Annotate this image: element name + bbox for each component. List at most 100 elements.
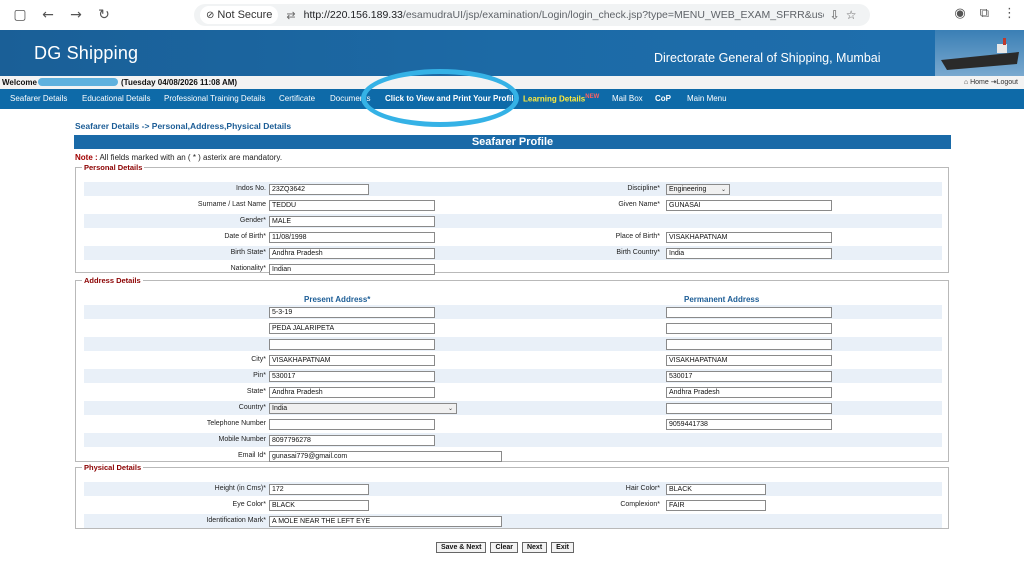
discipline-select[interactable]: Engineering ⌄ [666, 183, 730, 195]
permanent-country-input[interactable] [666, 402, 832, 414]
present-address-line3[interactable] [269, 338, 435, 350]
welcome-bar: Welcome (Tuesday 04/08/2026 11:08 AM) ⌂ … [0, 76, 1024, 89]
address-bar[interactable]: ⊘ Not Secure ⇄ http://220.156.189.33/esam… [194, 4, 870, 26]
chevron-down-icon: ⌄ [720, 185, 726, 193]
chevron-down-icon: ⌄ [447, 404, 453, 412]
clear-button[interactable]: Clear [490, 542, 518, 553]
present-pin-input[interactable]: 530017 [269, 370, 435, 382]
telephone-label: Telephone Number [206, 420, 266, 427]
present-telephone-input[interactable] [269, 418, 435, 430]
dob-input[interactable]: 11/08/1998 [269, 231, 435, 243]
menu-view-print-profile[interactable]: Click to View and Print Your Profile [385, 94, 518, 103]
permanent-address-line3[interactable] [666, 338, 832, 350]
permanent-address-line2[interactable] [666, 322, 832, 334]
form-row: 5-3-19 [84, 305, 942, 319]
home-icon[interactable]: ⌂ [964, 79, 968, 86]
birth-state-input[interactable]: Andhra Pradesh [269, 247, 435, 259]
form-row: Country* India ⌄ [84, 401, 942, 415]
tab-icon[interactable]: ▢ [12, 7, 28, 23]
gender-input[interactable]: MALE [269, 215, 435, 227]
form-row: Identification Mark* A MOLE NEAR THE LEF… [84, 514, 942, 528]
menu-professional-training[interactable]: Professional Training Details [164, 94, 265, 103]
permanent-address-line1[interactable] [666, 306, 832, 318]
url-text[interactable]: http://220.156.189.33/esamudraUI/jsp/exa… [304, 9, 824, 21]
birth-country-input[interactable]: India [666, 247, 832, 259]
forward-icon[interactable]: → [68, 7, 84, 23]
profile-icon[interactable]: ◉ [954, 6, 965, 21]
extensions-icon[interactable]: ⧉ [980, 6, 989, 21]
menu-certificate[interactable]: Certificate [279, 94, 315, 103]
permanent-state-input[interactable]: Andhra Pradesh [666, 386, 832, 398]
reload-icon[interactable]: ↻ [96, 7, 112, 23]
section-legend: Address Details [84, 276, 141, 285]
present-state-input[interactable]: Andhra Pradesh [269, 386, 435, 398]
menu-mail-box[interactable]: Mail Box [612, 94, 643, 103]
present-city-input[interactable]: VISAKHAPATNAM [269, 354, 435, 366]
surname-input[interactable]: TEDDU [269, 199, 435, 211]
form-row: PEDA JALARIPETA [84, 321, 942, 335]
permanent-city-input[interactable]: VISAKHAPATNAM [666, 354, 832, 366]
hair-color-input[interactable]: BLACK [666, 483, 766, 495]
exit-button[interactable]: Exit [551, 542, 575, 553]
gender-label: Gender* [239, 217, 266, 224]
next-button[interactable]: Next [521, 542, 548, 553]
email-input[interactable]: gunasai779@gmail.com [269, 450, 502, 462]
not-secure-badge[interactable]: ⊘ Not Secure [200, 6, 279, 24]
menu-icon[interactable]: ⋮ [1003, 6, 1016, 21]
bookmark-star-icon[interactable]: ☆ [846, 8, 857, 22]
browser-toolbar: ▢ ← → ↻ ⊘ Not Secure ⇄ http://220.156.189… [0, 0, 1024, 30]
height-input[interactable]: 172 [269, 483, 369, 495]
save-next-button[interactable]: Save & Next [436, 542, 487, 553]
redacted-username [38, 78, 118, 86]
discipline-label: Discipline* [627, 185, 660, 192]
dob-label: Date of Birth* [224, 233, 266, 240]
breadcrumb: Seafarer Details -> Personal,Address,Phy… [75, 121, 292, 131]
present-country-select[interactable]: India ⌄ [269, 402, 457, 414]
form-row: Mobile Number 8097796278 [84, 433, 942, 447]
nationality-input[interactable]: Indian [269, 263, 435, 275]
eye-color-input[interactable]: BLACK [269, 499, 369, 511]
menu-educational-details[interactable]: Educational Details [82, 94, 150, 103]
indos-input[interactable]: 23ZQ3642 [269, 183, 369, 195]
form-row: Gender* MALE [84, 214, 942, 228]
tune-icon[interactable]: ⇄ [286, 9, 295, 22]
form-row: Email Id* gunasai779@gmail.com [84, 449, 942, 463]
mobile-input[interactable]: 8097796278 [269, 434, 435, 446]
surname-label: Surname / Last Name [197, 201, 266, 208]
home-link[interactable]: Home [970, 79, 989, 86]
present-address-line1[interactable]: 5-3-19 [269, 306, 435, 318]
menu-cop[interactable]: CoP [655, 94, 671, 103]
logout-link[interactable]: Logout [997, 79, 1018, 86]
nationality-label: Nationality* [230, 265, 266, 272]
place-of-birth-input[interactable]: VISAKHAPATNAM [666, 231, 832, 243]
menu-documents[interactable]: Documents [330, 94, 370, 103]
birth-country-label: Birth Country* [616, 249, 660, 256]
eye-color-label: Eye Color* [232, 501, 266, 508]
back-icon[interactable]: ← [40, 7, 56, 23]
form-row: Eye Color* BLACK Complexion* FAIR [84, 498, 942, 512]
height-label: Height (in Cms)* [214, 485, 266, 492]
state-label: State* [246, 388, 266, 395]
indos-label: Indos No. [236, 185, 266, 192]
ship-image [935, 30, 1024, 76]
complexion-input[interactable]: FAIR [666, 499, 766, 511]
present-address-line2[interactable]: PEDA JALARIPETA [269, 322, 435, 334]
hair-color-label: Hair Color* [625, 485, 660, 492]
form-row: City* VISAKHAPATNAM VISAKHAPATNAM [84, 353, 942, 367]
birth-state-label: Birth State* [230, 249, 266, 256]
form-row [84, 337, 942, 351]
permanent-telephone-input[interactable]: 9059441738 [666, 418, 832, 430]
menu-main-menu[interactable]: Main Menu [687, 94, 727, 103]
identification-mark-input[interactable]: A MOLE NEAR THE LEFT EYE [269, 515, 502, 527]
site-logo: DG Shipping [34, 43, 139, 63]
form-actions: Save & Next Clear Next Exit [436, 542, 575, 553]
menu-learning-details[interactable]: Learning DetailsNEW [523, 94, 599, 104]
menu-seafarer-details[interactable]: Seafarer Details [10, 94, 67, 103]
permanent-pin-input[interactable]: 530017 [666, 370, 832, 382]
welcome-datetime: (Tuesday 04/08/2026 11:08 AM) [121, 78, 238, 87]
present-address-heading: Present Address* [304, 295, 371, 304]
form-row: Date of Birth* 11/08/1998 Place of Birth… [84, 230, 942, 244]
given-name-input[interactable]: GUNASAI [666, 199, 832, 211]
new-badge: NEW [585, 94, 600, 100]
download-icon[interactable]: ⇩ [830, 8, 840, 22]
